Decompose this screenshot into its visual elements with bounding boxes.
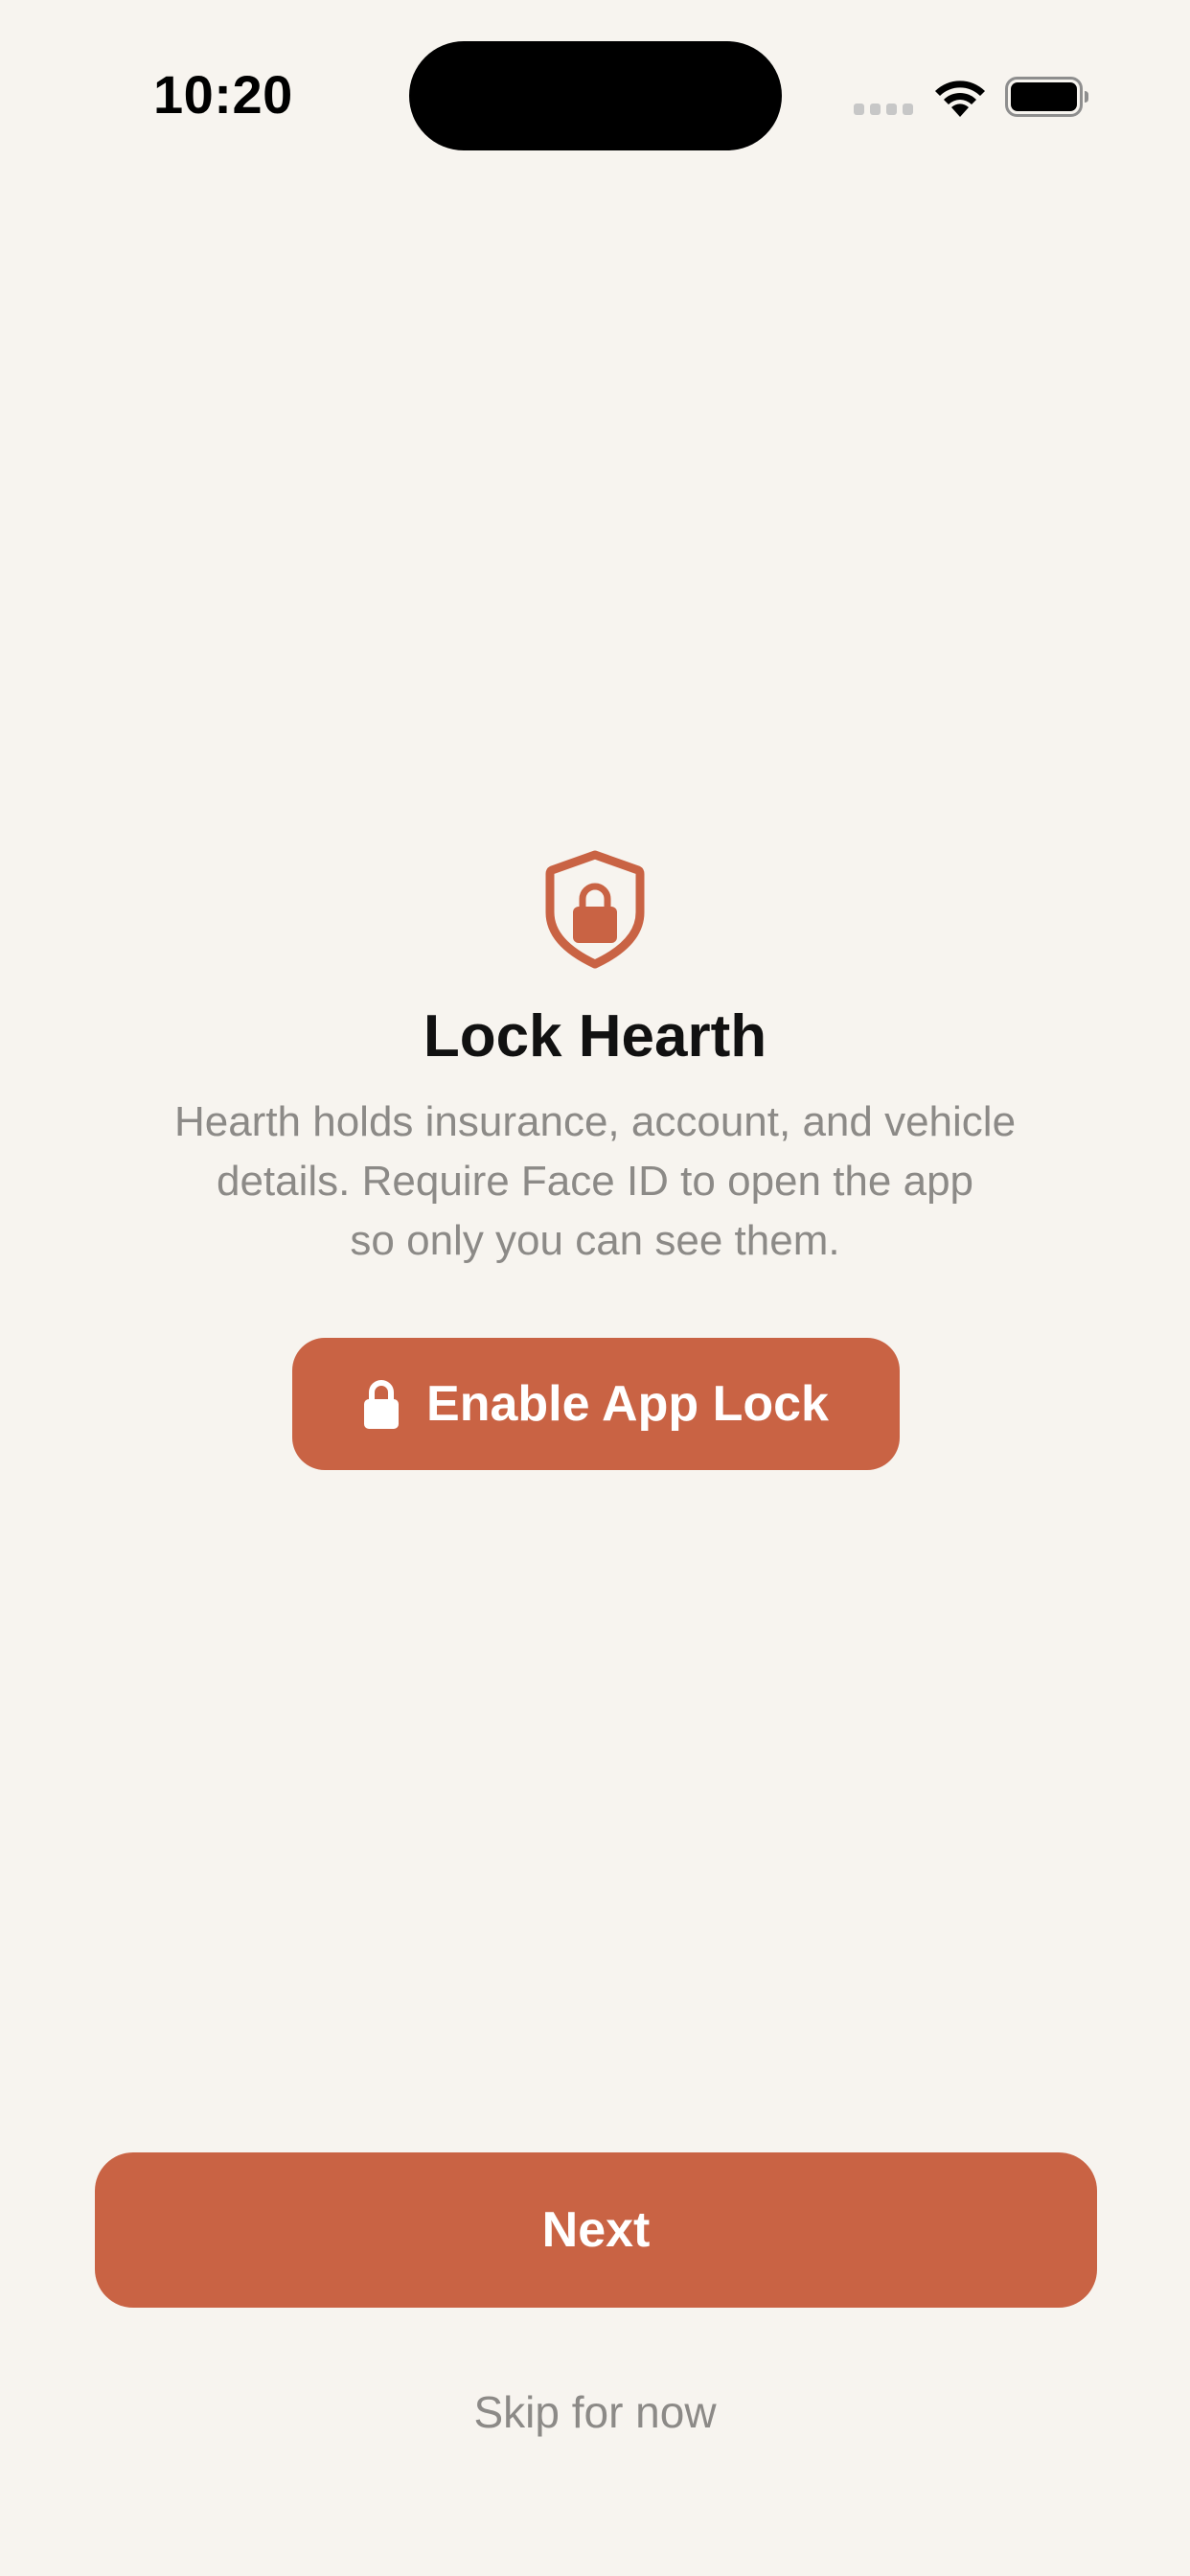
description-line: so only you can see them. (350, 1217, 840, 1264)
wifi-icon (935, 80, 985, 117)
dynamic-island (409, 41, 782, 150)
description-line: details. Require Face ID to open the app (216, 1158, 974, 1205)
battery-icon (1005, 77, 1088, 117)
enable-app-lock-label: Enable App Lock (426, 1376, 829, 1432)
signal-icon (854, 104, 913, 115)
lock-shield-icon (545, 850, 645, 969)
enable-app-lock-button[interactable]: Enable App Lock (292, 1338, 900, 1470)
description: Hearth holds insurance, account, and veh… (115, 1092, 1075, 1271)
next-button[interactable]: Next (95, 2152, 1097, 2308)
page-title: Lock Hearth (423, 1003, 767, 1070)
description-line: Hearth holds insurance, account, and veh… (173, 1098, 1017, 1145)
lock-icon (364, 1380, 400, 1429)
status-time: 10:20 (153, 64, 293, 125)
app-lock-onboarding-screen: 10:20 Lock Hearth Hearth holds insurance… (0, 0, 1190, 2576)
skip-for-now-link[interactable]: Skip for now (0, 2386, 1190, 2438)
